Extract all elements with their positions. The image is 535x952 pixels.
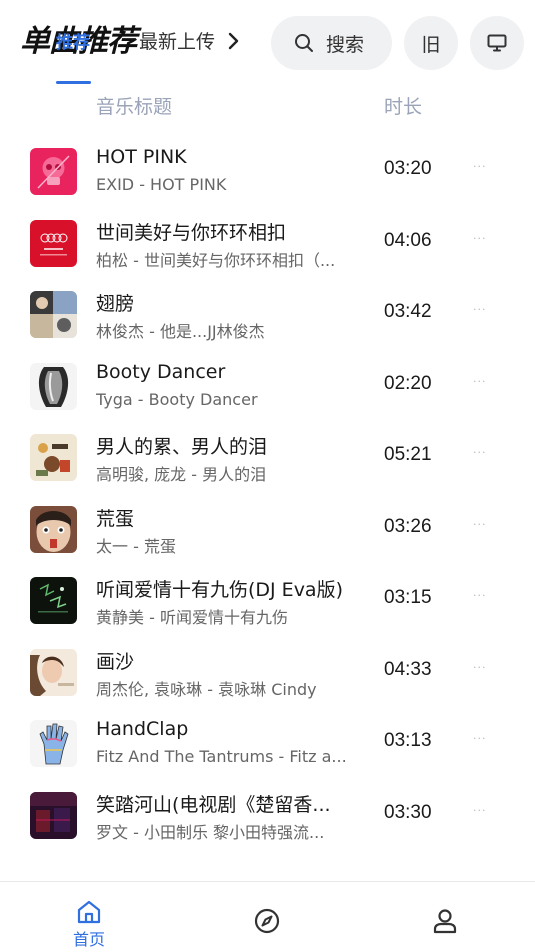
song-duration: 04:33 — [384, 658, 432, 680]
song-artist: 太一 - 荒蛋 — [96, 536, 176, 556]
compass-icon — [254, 908, 280, 934]
song-row[interactable]: 男人的累、男人的泪 高明骏, 庞龙 - 男人的泪 05:21 ··· — [0, 420, 535, 492]
search-icon — [295, 34, 313, 52]
song-artist: 罗文 - 小田制乐 黎小田特强流... — [96, 822, 325, 842]
old-version-label: 旧 — [421, 33, 441, 56]
song-title: 笑踏河山(电视剧《楚留香... — [96, 793, 331, 816]
tab-latest-upload[interactable]: 最新上传 — [139, 27, 217, 54]
more-options-icon[interactable]: ··· — [473, 375, 487, 388]
song-row[interactable]: HOT PINK EXID - HOT PINK 03:20 ··· — [0, 134, 535, 206]
more-options-icon[interactable]: ··· — [473, 589, 487, 602]
song-row[interactable]: 画沙 周杰伦, 袁咏琳 - 袁咏琳 Cindy 04:33 ··· — [0, 635, 535, 707]
song-artist: 林俊杰 - 他是...JJ林俊杰 — [96, 322, 265, 341]
song-duration: 02:20 — [384, 372, 432, 394]
song-artist: Fitz And The Tantrums - Fitz a... — [96, 747, 347, 766]
song-row[interactable]: 荒蛋 太一 - 荒蛋 03:26 ··· — [0, 492, 535, 564]
search-label: 搜索 — [326, 33, 365, 56]
album-cover — [30, 291, 77, 338]
song-artist: 柏松 - 世间美好与你环环相扣（... — [96, 250, 336, 270]
song-title: 翅膀 — [96, 293, 135, 315]
active-tab-indicator — [56, 81, 91, 84]
song-duration: 03:20 — [384, 158, 432, 179]
nav-profile[interactable] — [400, 882, 490, 952]
song-duration: 04:06 — [384, 229, 432, 251]
song-duration: 03:15 — [384, 587, 432, 608]
more-options-icon[interactable]: ··· — [473, 661, 487, 674]
old-version-button[interactable]: 旧 — [404, 16, 458, 70]
song-row[interactable]: 笑踏河山(电视剧《楚留香... 罗文 - 小田制乐 黎小田特强流... 03:3… — [0, 778, 535, 850]
song-title: 荒蛋 — [96, 507, 135, 530]
album-cover — [30, 648, 77, 696]
album-cover — [30, 219, 77, 267]
song-title: 男人的累、男人的泪 — [96, 436, 268, 458]
song-artist: EXID - HOT PINK — [96, 175, 227, 194]
more-options-icon[interactable]: ··· — [473, 732, 487, 745]
song-row[interactable]: 世间美好与你环环相扣 柏松 - 世间美好与你环环相扣（... 04:06 ··· — [0, 206, 535, 278]
album-cover — [30, 434, 77, 481]
album-cover — [30, 791, 77, 839]
monitor-button[interactable] — [470, 16, 524, 70]
more-options-icon[interactable]: ··· — [473, 303, 487, 316]
song-artist: 黄静美 - 听闻爱情十有九伤 — [96, 608, 288, 627]
more-options-icon[interactable]: ··· — [473, 232, 487, 245]
chevron-right-icon[interactable] — [226, 30, 242, 52]
more-options-icon[interactable]: ··· — [473, 804, 487, 817]
column-header-title: 音乐标题 — [96, 96, 173, 118]
album-cover — [30, 577, 77, 624]
search-button[interactable]: 搜索 — [271, 16, 392, 70]
song-title: 听闻爱情十有九伤(DJ Eva版) — [96, 579, 343, 601]
song-title: 画沙 — [96, 650, 135, 673]
more-options-icon[interactable]: ··· — [473, 446, 487, 459]
song-row[interactable]: HandClap Fitz And The Tantrums - Fitz a.… — [0, 706, 535, 778]
nav-home[interactable]: 首页 — [44, 882, 134, 952]
user-icon — [433, 909, 457, 934]
song-row[interactable]: 听闻爱情十有九伤(DJ Eva版) 黄静美 - 听闻爱情十有九伤 03:15 ·… — [0, 563, 535, 635]
song-title: Booty Dancer — [96, 360, 226, 383]
nav-home-label: 首页 — [72, 930, 105, 949]
more-options-icon[interactable]: ··· — [473, 518, 487, 531]
top-header: 单曲推荐 推荐 最新上传 搜索 旧 — [0, 0, 535, 88]
song-title: 世间美好与你环环相扣 — [96, 221, 287, 244]
album-cover — [30, 148, 77, 195]
song-row[interactable]: 翅膀 林俊杰 - 他是...JJ林俊杰 03:42 ··· — [0, 277, 535, 349]
song-duration: 03:30 — [384, 801, 432, 823]
tab-recommend[interactable]: 推荐 — [56, 28, 90, 53]
song-duration: 05:21 — [384, 444, 432, 465]
home-icon — [77, 900, 101, 924]
song-artist: Tyga - Booty Dancer — [96, 389, 258, 409]
song-duration: 03:26 — [384, 515, 432, 537]
monitor-icon — [487, 34, 507, 52]
column-header-duration: 时长 — [384, 96, 423, 118]
bottom-nav: 首页 — [0, 881, 535, 952]
song-title: HOT PINK — [96, 146, 187, 168]
album-cover — [30, 362, 77, 410]
more-options-icon[interactable]: ··· — [473, 160, 487, 173]
song-artist: 周杰伦, 袁咏琳 - 袁咏琳 Cindy — [96, 679, 317, 699]
song-duration: 03:42 — [384, 301, 432, 322]
song-duration: 03:13 — [384, 730, 432, 751]
song-title: HandClap — [96, 718, 189, 740]
album-cover — [30, 505, 77, 553]
song-artist: 高明骏, 庞龙 - 男人的泪 — [96, 465, 267, 484]
nav-explore[interactable] — [222, 882, 312, 952]
album-cover — [30, 720, 77, 767]
song-row[interactable]: Booty Dancer Tyga - Booty Dancer 02:20 ·… — [0, 349, 535, 421]
song-list: HOT PINK EXID - HOT PINK 03:20 ··· 世间美好与… — [0, 134, 535, 849]
